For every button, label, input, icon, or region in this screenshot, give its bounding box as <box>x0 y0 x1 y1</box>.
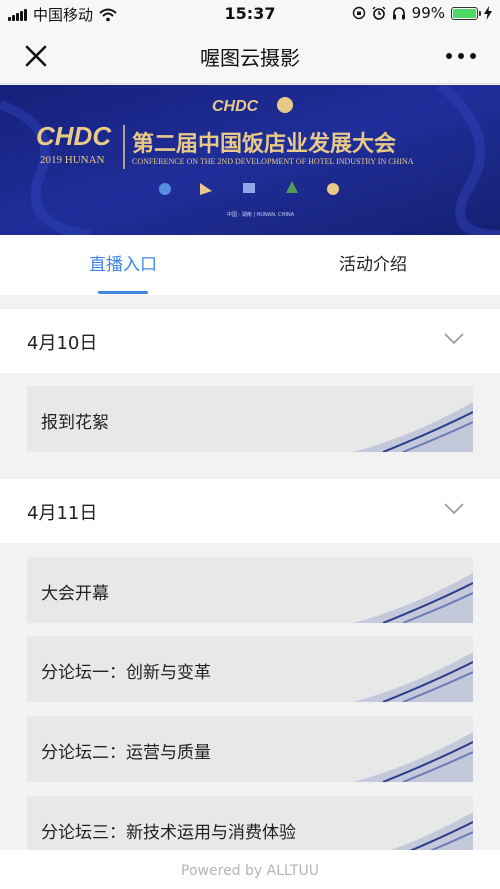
list-item[interactable]: 大会开幕 <box>27 557 473 623</box>
event-banner: CHDC CHDC 2019 HUNAN 第二届中国饭店业发展大会 CONFER… <box>0 85 500 235</box>
swoosh-decoration <box>353 573 473 623</box>
day-header-apr11[interactable]: 4月11日 <box>0 479 500 543</box>
alarm-icon <box>372 6 386 20</box>
sponsor-logo <box>159 183 171 195</box>
headphones-icon <box>392 7 405 20</box>
sponsor-logo <box>243 183 255 193</box>
list-item-label: 分论坛三：新技术运用与消费体验 <box>41 823 296 843</box>
list-item[interactable]: 分论坛二：运营与质量 <box>27 716 473 782</box>
active-tab-indicator <box>98 291 148 294</box>
orientation-lock-icon <box>352 6 365 20</box>
list-item-label: 分论坛二：运营与质量 <box>41 743 211 763</box>
powered-by-footer: Powered by ALLTUU <box>0 850 500 889</box>
banner-top-logo: CHDC <box>212 98 259 115</box>
list-item-label: 大会开幕 <box>41 584 109 604</box>
list-item-label: 报到花絮 <box>41 413 109 433</box>
chevron-down-icon <box>444 333 464 345</box>
list-item-label: 分论坛一：创新与变革 <box>41 663 211 683</box>
banner-year: 2019 HUNAN <box>40 154 105 166</box>
swoosh-decoration <box>353 402 473 452</box>
status-bar: 中国移动 15:37 99% <box>0 0 500 28</box>
day-date-label: 4月11日 <box>27 503 98 524</box>
banner-logo: CHDC <box>36 121 112 151</box>
tab-live-entry[interactable]: 直播入口 <box>0 235 246 295</box>
more-icon[interactable] <box>444 42 478 70</box>
tab-bar: 直播入口 活动介绍 <box>0 235 500 295</box>
banner-graphic: CHDC CHDC 2019 HUNAN 第二届中国饭店业发展大会 CONFER… <box>0 85 500 235</box>
chevron-down-icon <box>444 503 464 515</box>
banner-location: 中国 · 湖南 | HUNAN, CHINA <box>227 211 295 218</box>
sponsor-logo <box>327 183 339 195</box>
battery-percent: 99% <box>411 4 445 22</box>
list-item[interactable]: 分论坛一：创新与变革 <box>27 636 473 702</box>
banner-title-en: CONFERENCE ON THE 2ND DEVELOPMENT OF HOT… <box>132 157 414 166</box>
day-date-label: 4月10日 <box>27 333 98 354</box>
swoosh-decoration <box>353 652 473 702</box>
charging-icon <box>484 6 492 20</box>
battery-icon <box>451 6 481 20</box>
banner-title-cn: 第二届中国饭店业发展大会 <box>132 131 396 157</box>
tab-event-intro[interactable]: 活动介绍 <box>246 235 500 295</box>
page-title: 喔图云摄影 <box>200 46 300 70</box>
status-right: 99% <box>352 4 492 22</box>
list-item[interactable]: 报到花絮 <box>27 386 473 452</box>
swoosh-decoration <box>353 732 473 782</box>
day-header-apr10[interactable]: 4月10日 <box>0 309 500 373</box>
nav-bar: 喔图云摄影 <box>0 28 500 84</box>
